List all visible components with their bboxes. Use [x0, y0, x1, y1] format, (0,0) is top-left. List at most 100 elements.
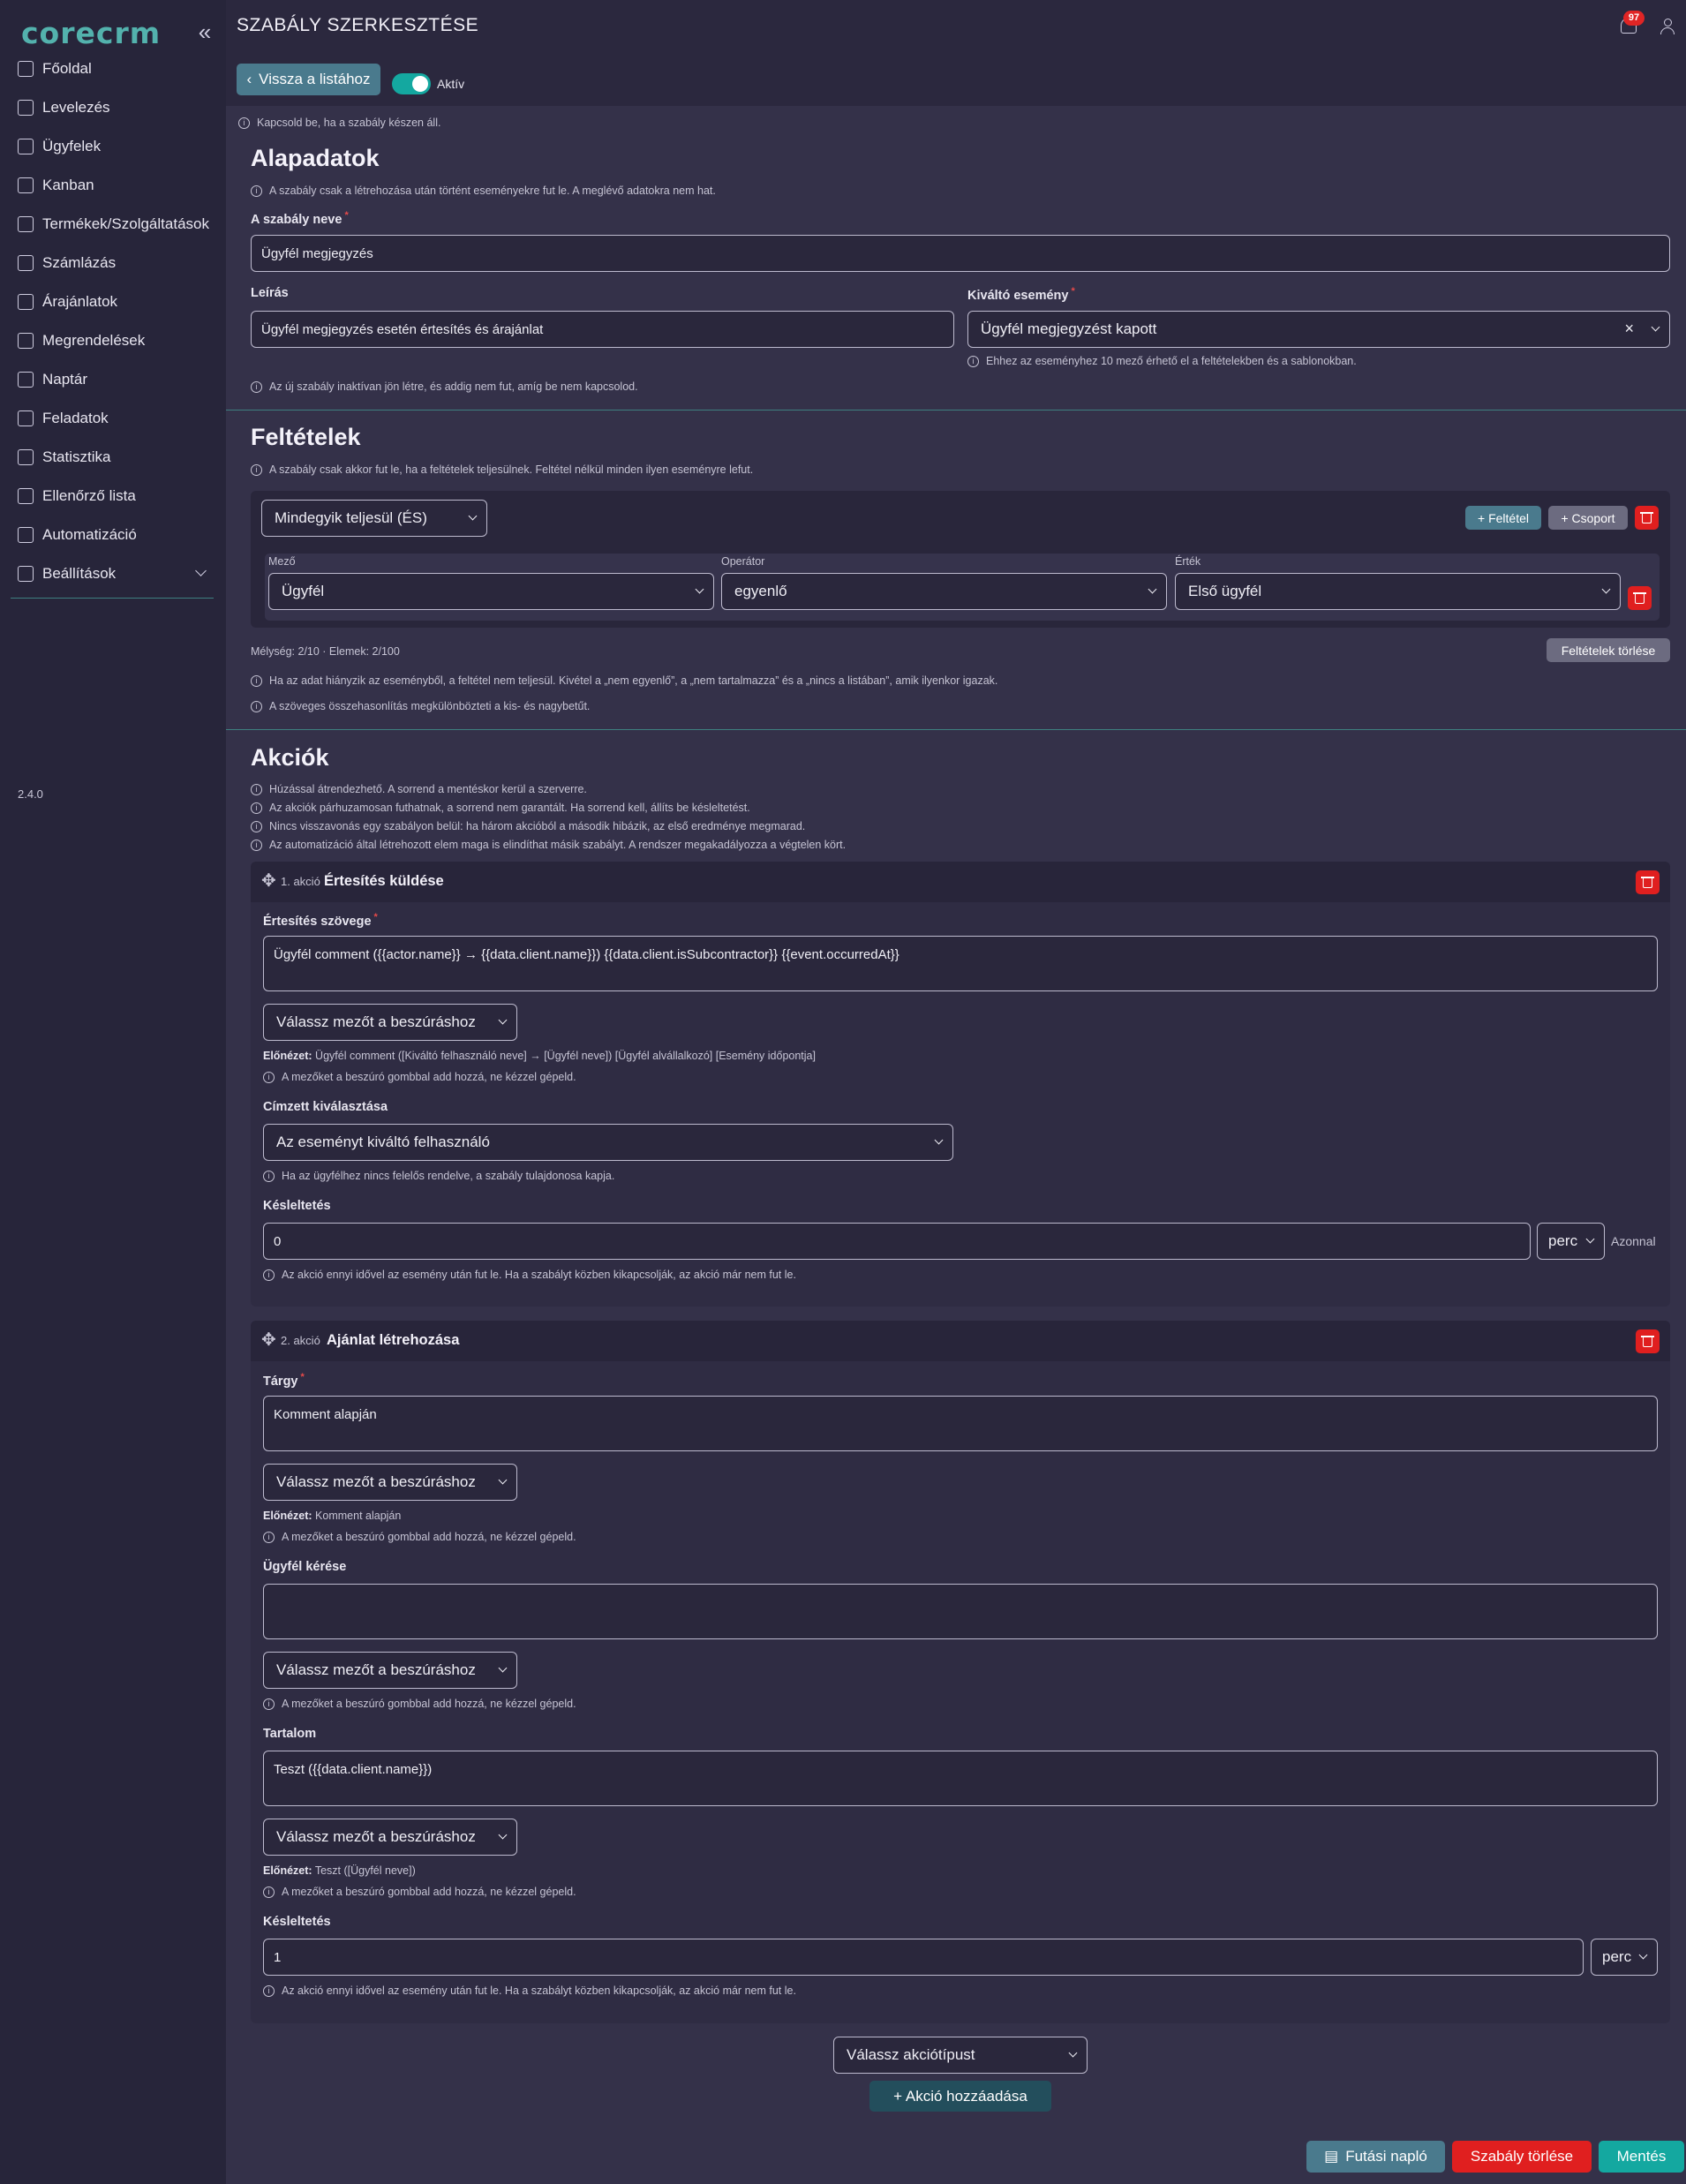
info-icon: i: [967, 355, 979, 367]
order-icon: [18, 333, 34, 349]
recipient-label: Címzett kiválasztása: [263, 1100, 388, 1114]
add-condition-button[interactable]: + Feltétel: [1465, 506, 1541, 530]
group-mode-select[interactable]: Mindegyik teljesül (ÉS): [261, 500, 487, 537]
insert-field-select[interactable]: Válassz mezőt a beszúráshoz: [263, 1004, 517, 1041]
drag-handle-icon[interactable]: ✥: [261, 872, 276, 890]
insert-hint: i A mezőket a beszúró gombbal add hozzá, …: [263, 1071, 576, 1083]
required-marker: *: [344, 210, 349, 221]
sidebar-item-mail[interactable]: Levelezés: [0, 88, 226, 127]
document-icon: ▤: [1324, 2148, 1339, 2165]
sidebar-item-kanban[interactable]: Kanban: [0, 166, 226, 205]
sidebar-item-label: Kanban: [42, 177, 94, 193]
sidebar-item-invoicing[interactable]: Számlázás: [0, 244, 226, 282]
add-action-button[interactable]: + Akció hozzáadása: [869, 2081, 1051, 2112]
insert-field-select[interactable]: Válassz mezőt a beszúráshoz: [263, 1652, 517, 1689]
operator-value: egyenlő: [734, 583, 787, 599]
delete-action-icon[interactable]: [1636, 870, 1660, 894]
info-icon: i: [238, 117, 250, 129]
delay-unit-select[interactable]: perc: [1537, 1223, 1605, 1260]
delete-condition-icon[interactable]: [1628, 586, 1652, 610]
action-title: Ajánlat létrehozása: [327, 1332, 460, 1348]
field-label: Mező: [268, 555, 296, 568]
condition-operator-select[interactable]: egyenlő: [721, 573, 1167, 610]
active-toggle[interactable]: [392, 73, 431, 94]
chevron-down-icon: [468, 511, 478, 521]
condition-value-select[interactable]: Első ügyfél: [1175, 573, 1621, 610]
preview-label: Előnézet:: [263, 1864, 312, 1877]
insert-field-select[interactable]: Válassz mezőt a beszúráshoz: [263, 1819, 517, 1856]
hint-text: A mezőket a beszúró gombbal add hozzá, n…: [282, 1886, 576, 1898]
action-type-select[interactable]: Válassz akciótípust: [833, 2037, 1088, 2074]
trigger-select[interactable]: Ügyfél megjegyzést kapott ×: [967, 311, 1670, 348]
action-number: 2. akció: [281, 1334, 320, 1347]
rule-name-input[interactable]: Ügyfél megjegyzés: [251, 235, 1670, 272]
action-header: ✥ 2. akció Ajánlat létrehozása: [251, 1321, 1670, 1361]
gear-icon: [18, 216, 34, 232]
delay-input[interactable]: 0: [263, 1223, 1531, 1260]
sidebar-item-tasks[interactable]: Feladatok: [0, 399, 226, 438]
sidebar-item-home[interactable]: Főoldal: [0, 49, 226, 88]
clear-icon[interactable]: ×: [1624, 320, 1634, 338]
collapse-sidebar-icon[interactable]: «: [192, 19, 217, 44]
hint-text: A mezőket a beszúró gombbal add hozzá, n…: [282, 1071, 576, 1083]
info-icon: i: [263, 1531, 275, 1543]
sidebar-item-orders[interactable]: Megrendelések: [0, 321, 226, 360]
app-logo[interactable]: corecrm: [21, 16, 161, 50]
back-to-list-button[interactable]: ‹ Vissza a listához: [237, 64, 380, 95]
group-mode-value: Mindegyik teljesül (ÉS): [275, 509, 427, 526]
delay-label: Késleltetés: [263, 1199, 331, 1213]
checklist-icon: [18, 488, 34, 504]
delay-unit-select[interactable]: perc: [1591, 1939, 1658, 1976]
value-value: Első ügyfél: [1188, 583, 1262, 599]
user-icon[interactable]: [1660, 19, 1675, 34]
insert-hint: i A mezőket a beszúró gombbal add hozzá, …: [263, 1698, 576, 1710]
add-group-button[interactable]: + Csoport: [1548, 506, 1628, 530]
hint-text: A mezőket a beszúró gombbal add hozzá, n…: [282, 1698, 576, 1710]
users-icon: [18, 139, 34, 154]
hint-text: Ha az adat hiányzik az eseményből, a fel…: [269, 674, 998, 687]
chevron-down-icon: [1068, 2048, 1078, 2058]
sidebar-item-calendar[interactable]: Naptár: [0, 360, 226, 399]
chevron-down-icon: [695, 584, 704, 594]
recipient-select[interactable]: Az eseményt kiváltó felhasználó: [263, 1124, 953, 1161]
sidebar-item-settings[interactable]: Beállítások: [0, 554, 226, 593]
clear-conditions-button[interactable]: Feltételek törlése: [1547, 638, 1670, 662]
description-input[interactable]: Ügyfél megjegyzés esetén értesítés és ár…: [251, 311, 954, 348]
sidebar-item-products[interactable]: Termékek/Szolgáltatások: [0, 205, 226, 244]
sidebar-item-label: Ellenőrző lista: [42, 487, 136, 504]
content-input[interactable]: Teszt ({{data.client.name}}): [263, 1751, 1658, 1806]
chevron-left-icon: ‹: [246, 71, 252, 87]
sidebar-item-quotes[interactable]: Árajánlatok: [0, 282, 226, 321]
notification-text-input[interactable]: Ügyfél comment ({{actor.name}} → {{data.…: [263, 936, 1658, 991]
save-button[interactable]: Mentés: [1599, 2141, 1684, 2173]
section-title-actions: Akciók: [251, 744, 329, 771]
info-icon: i: [251, 185, 262, 197]
drag-handle-icon[interactable]: ✥: [261, 1331, 276, 1349]
chevron-down-icon: [934, 1135, 944, 1145]
run-log-button[interactable]: ▤ Futási napló: [1306, 2141, 1445, 2173]
sidebar-item-clients[interactable]: Ügyfelek: [0, 127, 226, 166]
action-type-placeholder: Válassz akciótípust: [847, 2046, 975, 2063]
sidebar-item-statistics[interactable]: Statisztika: [0, 438, 226, 477]
hint-text: Az akció ennyi idővel az esemény után fu…: [282, 1269, 796, 1281]
recipient-hint: i Ha az ügyfélhez nincs felelős rendelve,…: [263, 1170, 614, 1182]
insert-field-select[interactable]: Válassz mezőt a beszúráshoz: [263, 1464, 517, 1501]
subject-input[interactable]: Komment alapján: [263, 1396, 1658, 1451]
insert-hint: i A mezőket a beszúró gombbal add hozzá, …: [263, 1531, 576, 1543]
run-log-label: Futási napló: [1345, 2148, 1427, 2165]
app-version: 2.4.0: [18, 787, 43, 801]
client-request-input[interactable]: [263, 1584, 1658, 1639]
condition-field-select[interactable]: Ügyfél: [268, 573, 714, 610]
delete-rule-button[interactable]: Szabály törlése: [1452, 2141, 1592, 2173]
delay-input[interactable]: 1: [263, 1939, 1584, 1976]
info-icon: i: [251, 463, 262, 476]
sidebar-item-label: Statisztika: [42, 448, 111, 465]
info-icon: i: [251, 380, 262, 393]
info-icon: i: [251, 700, 262, 712]
chevron-down-icon: [1148, 584, 1157, 594]
delete-group-icon[interactable]: [1635, 506, 1659, 530]
chevron-down-icon: [498, 1830, 508, 1840]
delete-action-icon[interactable]: [1636, 1329, 1660, 1353]
sidebar-item-automation[interactable]: Automatizáció: [0, 516, 226, 554]
sidebar-item-checklist[interactable]: Ellenőrző lista: [0, 477, 226, 516]
